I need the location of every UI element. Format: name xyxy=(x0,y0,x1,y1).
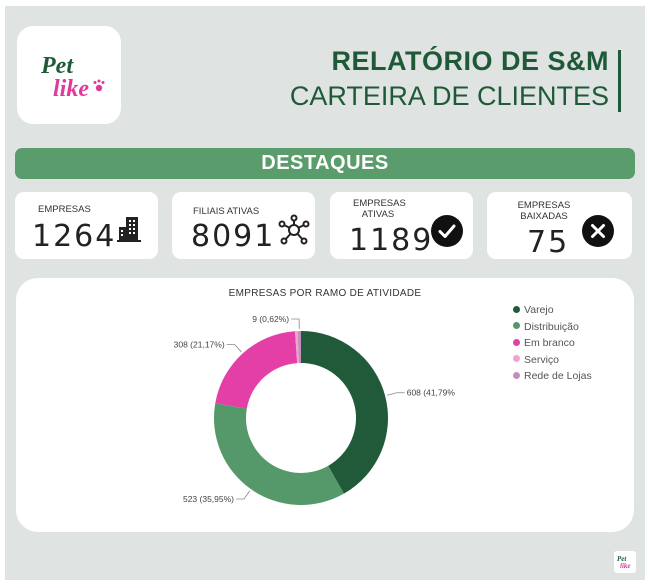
legend-item[interactable]: Em branco xyxy=(513,335,592,352)
data-label: 9 (0,62%) xyxy=(252,314,289,324)
chart-title: EMPRESAS POR RAMO DE ATIVIDADE xyxy=(228,288,422,299)
kpi-label: FILIAIS ATIVAS xyxy=(193,206,260,217)
legend-swatch xyxy=(513,371,520,379)
petlike-logo: Pet like xyxy=(40,53,105,102)
legend-swatch xyxy=(513,322,520,330)
legend-swatch xyxy=(513,338,520,346)
legend-item[interactable]: Rede de Lojas xyxy=(513,368,592,385)
building-icon xyxy=(117,217,141,242)
highlights-banner: DESTAQUES xyxy=(15,148,635,179)
kpi-label-line1: EMPRESAS xyxy=(353,198,406,209)
title-accent-bar xyxy=(618,50,621,112)
kpi-label-line1: EMPRESAS xyxy=(517,200,571,211)
kpi-label: EMPRESAS xyxy=(38,204,91,215)
legend-label: Varejo xyxy=(524,304,554,316)
kpi-value: 8091 xyxy=(191,219,276,254)
data-label-leader xyxy=(291,318,300,330)
legend-label: Distribuição xyxy=(524,320,579,333)
data-label-leader xyxy=(226,344,242,353)
kpi-card-filiais-ativas: FILIAIS ATIVAS 8091 xyxy=(172,192,315,259)
kpi-value: 75 xyxy=(527,225,570,260)
kpi-label: EMPRESAS BAIXADAS xyxy=(514,200,574,222)
legend-label: Rede de Lojas xyxy=(524,370,592,382)
legend-swatch xyxy=(513,305,520,313)
data-label: 608 (41,79%) xyxy=(407,388,455,398)
kpi-label-line2: ATIVAS xyxy=(361,209,395,220)
svg-text:like: like xyxy=(620,562,631,570)
legend-item[interactable]: Serviço xyxy=(513,352,592,369)
kpi-card-empresas: EMPRESAS 1264 xyxy=(15,192,158,259)
legend-item[interactable]: Varejo xyxy=(513,302,592,319)
legend-label: Em branco xyxy=(524,337,575,349)
network-icon xyxy=(278,214,310,245)
donut-slice-em-branco[interactable] xyxy=(215,331,298,409)
legend-item[interactable]: Distribuição xyxy=(513,319,592,336)
donut-slice-distribui-o[interactable] xyxy=(214,403,344,505)
page-title: RELATÓRIO DE S&M xyxy=(331,46,609,76)
x-circle-icon xyxy=(582,215,614,247)
petlike-mini-logo: Pet like xyxy=(617,555,631,570)
legend-label: Serviço xyxy=(524,353,560,366)
check-circle-icon xyxy=(431,215,463,247)
chart-legend: Varejo Distribuição Em branco Serviço Rede d… xyxy=(513,302,592,385)
kpi-label-line2: BAIXADAS xyxy=(520,211,568,222)
report-canvas: Pet like RELATÓRIO DE S&M CARTEIRA DE CL… xyxy=(5,6,645,580)
kpi-card-empresas-ativas: EMPRESAS ATIVAS 1189 xyxy=(330,192,473,259)
donut-chart: 608 (41,79%) 523 (35,95%) 308 (21,17%) 9 (0… xyxy=(174,314,455,505)
data-label: 523 (35,95%) xyxy=(183,494,234,504)
logo-card: Pet like xyxy=(17,26,121,124)
donut-slice-varejo[interactable] xyxy=(301,331,388,494)
page-subtitle: CARTEIRA DE CLIENTES xyxy=(289,81,609,111)
footer-logo: Pet like xyxy=(614,551,636,573)
kpi-value: 1264 xyxy=(32,219,117,254)
kpi-value: 1189 xyxy=(349,223,434,258)
data-label: 308 (21,17%) xyxy=(174,340,225,350)
kpi-label: EMPRESAS ATIVAS xyxy=(353,198,406,220)
svg-text:like: like xyxy=(53,76,89,102)
data-label-leader xyxy=(386,392,405,396)
data-label-leader xyxy=(236,490,251,500)
kpi-card-empresas-baixadas: EMPRESAS BAIXADAS 75 xyxy=(487,192,632,260)
report-title-block: RELATÓRIO DE S&M CARTEIRA DE CLIENTES xyxy=(290,44,609,114)
legend-swatch xyxy=(513,355,520,363)
